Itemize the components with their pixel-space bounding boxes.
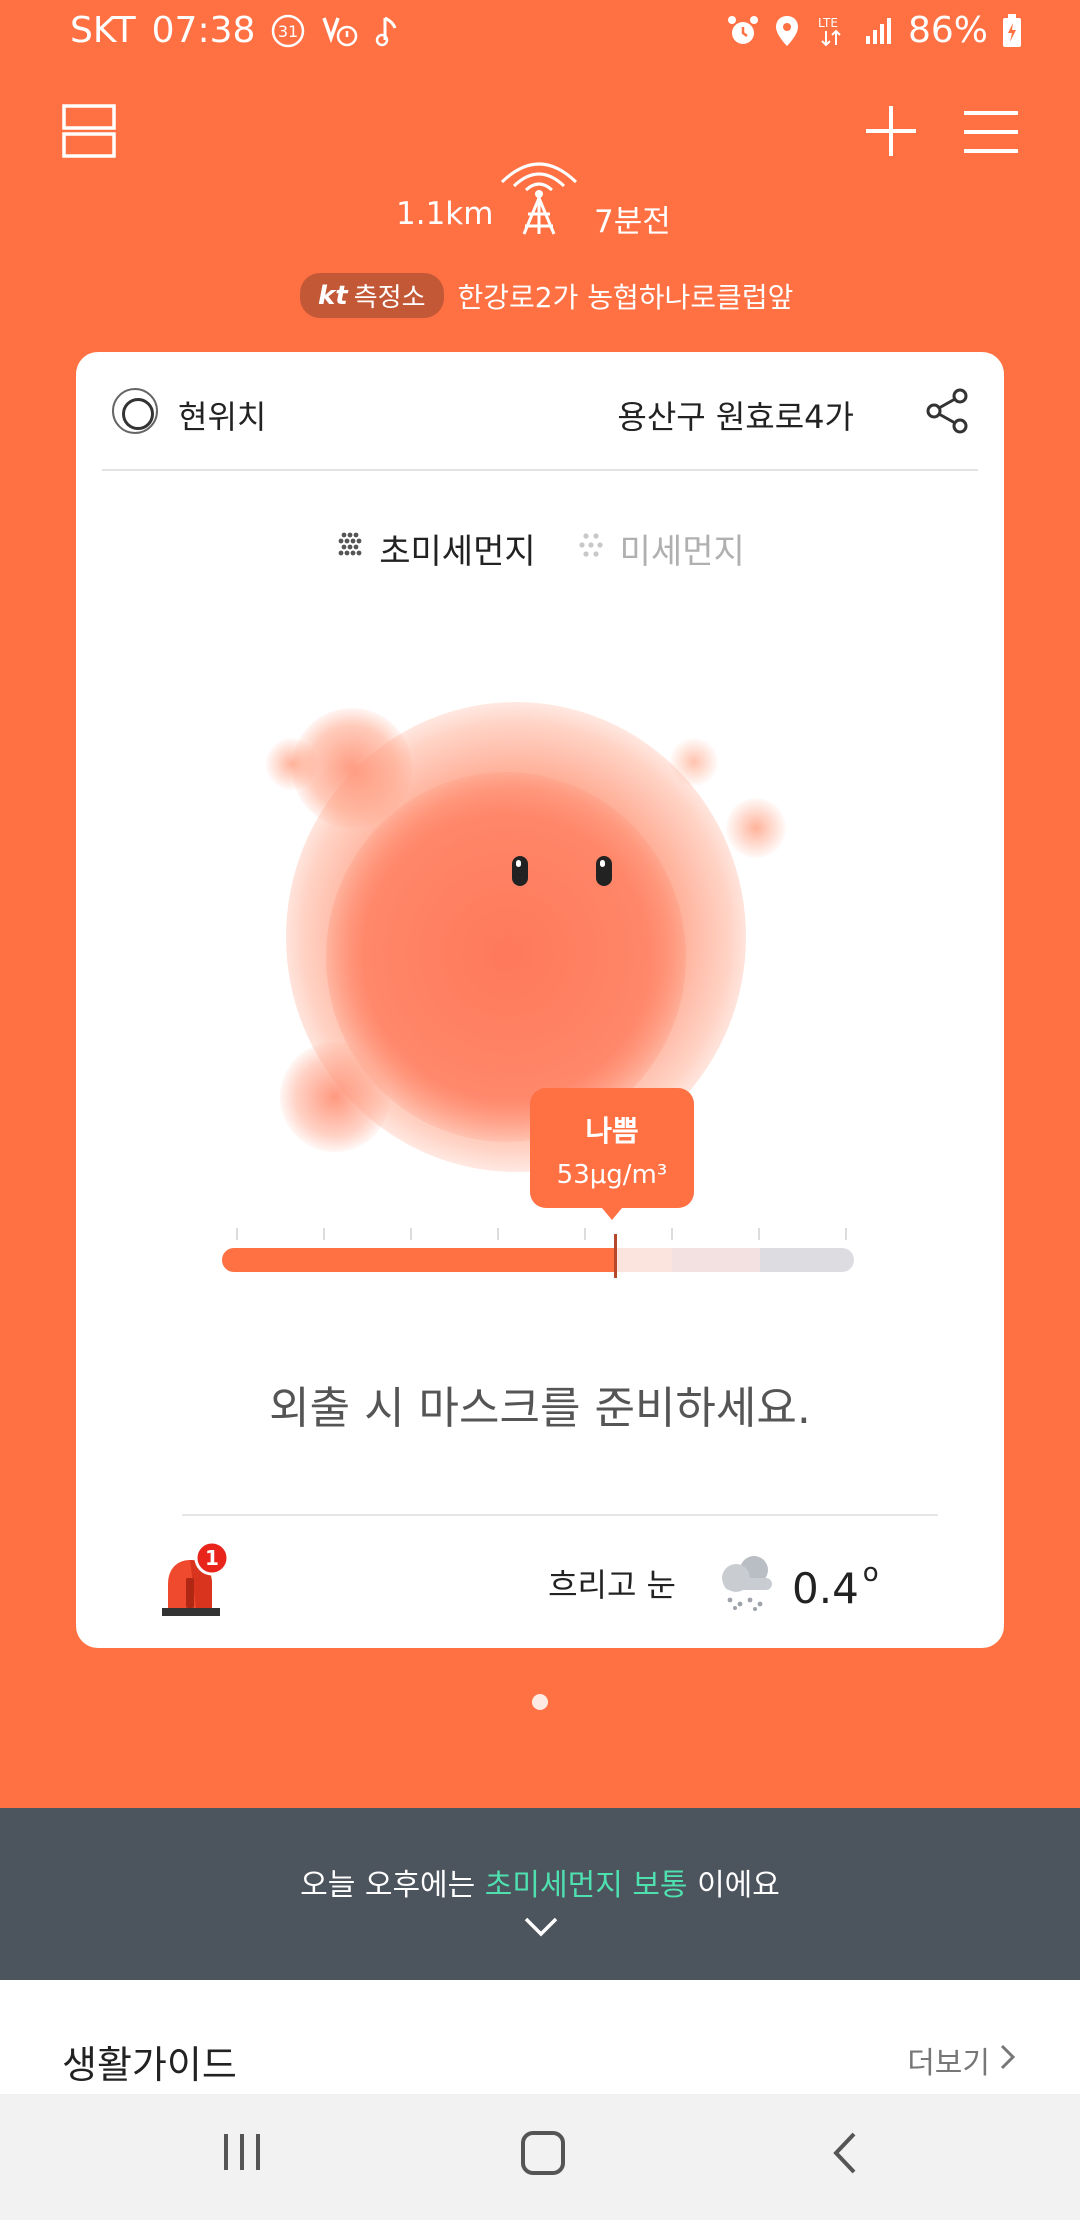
temperature-value: 0.4 [792, 1564, 859, 1613]
card-divider [102, 469, 978, 471]
battery-percent: 86% [907, 10, 988, 51]
weather-condition: 흐리고 눈 [548, 1566, 676, 1604]
carrier-label: SKT [70, 10, 136, 51]
gauge-ticks [222, 1228, 854, 1240]
forecast-banner[interactable]: 오늘 오후에는 초미세먼지 보통 이에요 [0, 1808, 1080, 1980]
station-distance: 1.1km [396, 196, 494, 232]
station-info: 1.1km 7분전 [0, 150, 1080, 240]
life-guide-section: 생활가이드 더보기 [0, 1980, 1080, 2094]
page-indicator-dot [532, 1694, 548, 1710]
lte-icon: LTE [814, 11, 850, 51]
forecast-suffix: 이에요 [687, 1868, 780, 1903]
gauge-tick [236, 1228, 238, 1240]
station-name: 한강로2가 농협하나로클럽앞 [457, 280, 794, 314]
tab-fine-dust-label: 미세먼지 [619, 532, 745, 572]
gauge-tick [758, 1228, 760, 1240]
more-label: 더보기 [907, 2046, 990, 2081]
alarm-icon [726, 11, 760, 51]
air-quality-card: 현위치 용산구 원효로4가 초미세먼지 미세먼지 나쁨 53μg/m³ 외출 시… [76, 352, 1004, 1648]
gauge-track [222, 1248, 854, 1272]
gauge-fill [222, 1248, 614, 1272]
station-tower-icon [496, 150, 582, 240]
calendar-badge-text: 31 [278, 22, 298, 41]
temperature-unit: o [862, 1558, 879, 1588]
svg-text:LTE: LTE [818, 16, 838, 30]
temperature: 0.4 o [792, 1558, 879, 1613]
card-bottom-divider [182, 1514, 938, 1516]
gauge-tick [584, 1228, 586, 1240]
ultrafine-dust-icon [335, 529, 365, 569]
kt-logo: kt [318, 280, 348, 311]
share-button[interactable] [926, 388, 970, 438]
more-link[interactable]: 더보기 [907, 2038, 1016, 2082]
gauge-tick [410, 1228, 412, 1240]
gauge-tick [323, 1228, 325, 1240]
gauge-tick [671, 1228, 673, 1240]
status-bar: SKT 07:38 31 LTE 86% [0, 0, 1080, 66]
alert-count-badge: 1 [205, 1546, 219, 1570]
gauge-tick [497, 1228, 499, 1240]
location-pin-icon [774, 11, 800, 51]
character-right-eye [596, 856, 612, 886]
updated-time: 7분전 [594, 204, 671, 240]
tab-ultrafine-dust[interactable]: 초미세먼지 [335, 524, 536, 573]
fine-dust-icon [576, 529, 606, 569]
forecast-prefix: 오늘 오후에는 [300, 1868, 485, 1903]
character-left-eye [512, 856, 528, 886]
gauge-needle [614, 1234, 617, 1278]
forecast-highlight: 초미세먼지 보통 [484, 1868, 688, 1903]
advice-text: 외출 시 마스크를 준비하세요. [269, 1383, 811, 1434]
life-guide-title: 생활가이드 [62, 2043, 237, 2087]
chevron-right-icon [1000, 2043, 1016, 2078]
battery-charging-icon [1002, 11, 1022, 51]
level-gauge [222, 1228, 854, 1278]
signal-icon [864, 11, 894, 51]
level-label: 나쁨 [585, 1114, 639, 1148]
level-value: 53μg/m³ [556, 1160, 668, 1190]
current-location-icon [112, 388, 158, 434]
current-location-label: 현위치 [178, 398, 267, 436]
missed-call-icon [321, 11, 359, 51]
tab-fine-dust[interactable]: 미세먼지 [576, 524, 745, 573]
address-label: 용산구 원효로4가 [617, 398, 854, 436]
gauge-rest-1 [614, 1248, 672, 1272]
back-button[interactable] [830, 2130, 860, 2180]
music-note-icon [375, 11, 401, 51]
recent-apps-button[interactable] [222, 2130, 262, 2178]
home-button[interactable] [520, 2130, 566, 2180]
gauge-rest-3 [760, 1248, 854, 1272]
system-nav-bar [0, 2094, 1080, 2220]
tab-ultrafine-dust-label: 초미세먼지 [379, 532, 536, 572]
level-tooltip: 나쁨 53μg/m³ [530, 1088, 694, 1220]
station-badge-label: 측정소 [353, 283, 426, 313]
gauge-tick [845, 1228, 847, 1240]
cloudy-snow-icon [712, 1548, 780, 1616]
gauge-rest-2 [672, 1248, 760, 1272]
station-name-row[interactable]: kt 측정소 한강로2가 농협하나로클럽앞 [300, 273, 793, 318]
clock: 07:38 [151, 10, 256, 51]
kt-station-badge: kt 측정소 [300, 273, 444, 318]
chevron-down-icon[interactable] [524, 1916, 558, 1942]
forecast-message: 오늘 오후에는 초미세먼지 보통 이에요 [0, 1860, 1080, 1904]
calendar-icon: 31 [271, 11, 305, 51]
alert-siren-button[interactable]: 1 [160, 1538, 230, 1624]
dust-type-tabs: 초미세먼지 미세먼지 [76, 524, 1004, 573]
